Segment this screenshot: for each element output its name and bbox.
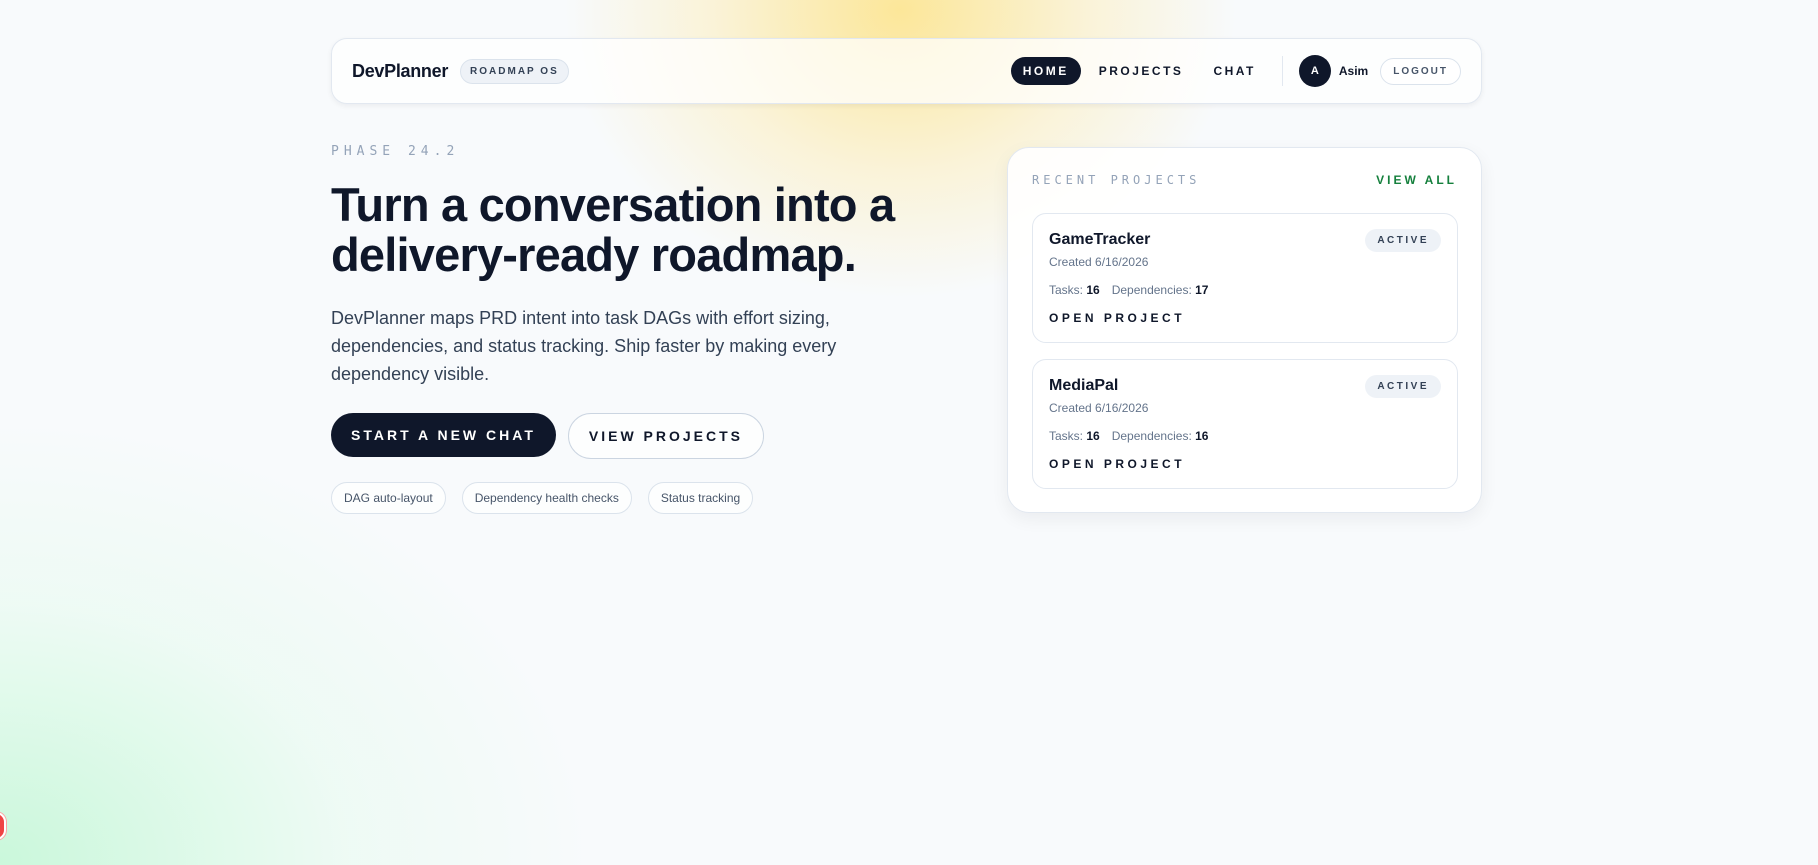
logout-button[interactable]: LOGOUT [1380, 57, 1461, 85]
dependencies-stat: Dependencies: 16 [1112, 429, 1209, 443]
panel-title: RECENT PROJECTS [1032, 173, 1201, 187]
hero-description: DevPlanner maps PRD intent into task DAG… [331, 308, 837, 384]
hero-title: Turn a conversation into a delivery-read… [331, 178, 895, 281]
recent-projects-panel: RECENT PROJECTS VIEW ALL GameTracker ACT… [1007, 147, 1482, 513]
feature-chip: Status tracking [647, 482, 754, 514]
panel-header: RECENT PROJECTS VIEW ALL [1032, 173, 1457, 187]
feature-chip: DAG auto-layout [331, 482, 446, 514]
nav-link-home[interactable]: HOME [1010, 57, 1081, 85]
tasks-count: 16 [1086, 429, 1100, 443]
top-navbar: DevPlanner ROADMAP OS HOME PROJECTS CHAT… [331, 38, 1482, 104]
project-name: MediaPal [1049, 377, 1119, 394]
project-card[interactable]: MediaPal ACTIVE Created 6/16/2026 Tasks:… [1032, 359, 1458, 489]
start-new-chat-button[interactable]: START A NEW CHAT [331, 413, 556, 457]
dependencies-label: Dependencies: [1111, 429, 1192, 443]
dependencies-label: Dependencies: [1111, 283, 1192, 297]
floating-widget-icon[interactable] [0, 812, 6, 840]
brand-badge: ROADMAP OS [460, 58, 569, 84]
tasks-label: Tasks: [1049, 429, 1084, 443]
tasks-stat: Tasks: 16 [1049, 283, 1100, 297]
dependencies-count: 16 [1195, 429, 1209, 443]
dependencies-stat: Dependencies: 17 [1112, 283, 1209, 297]
project-card[interactable]: GameTracker ACTIVE Created 6/16/2026 Tas… [1032, 213, 1458, 343]
nav-link-projects[interactable]: PROJECTS [1087, 57, 1196, 85]
feature-chip: Dependency health checks [461, 482, 632, 514]
feature-chips: DAG auto-layout Dependency health checks… [331, 482, 754, 514]
nav-link-chat[interactable]: CHAT [1201, 57, 1267, 85]
project-name: GameTracker [1049, 231, 1151, 248]
project-created-date: Created 6/16/2026 [1049, 255, 1149, 269]
view-projects-button[interactable]: VIEW PROJECTS [567, 413, 765, 459]
tasks-stat: Tasks: 16 [1049, 429, 1100, 443]
phase-eyebrow: PHASE 24.2 [331, 144, 460, 159]
dependencies-count: 17 [1195, 283, 1209, 297]
tasks-count: 16 [1086, 283, 1100, 297]
avatar[interactable]: A [1298, 55, 1331, 87]
cta-row: START A NEW CHAT VIEW PROJECTS [331, 413, 765, 459]
view-all-link[interactable]: VIEW ALL [1376, 173, 1457, 187]
nav-links: HOME PROJECTS CHAT [1010, 57, 1268, 85]
brand-logo[interactable]: DevPlanner [352, 61, 448, 82]
project-created-date: Created 6/16/2026 [1049, 401, 1149, 415]
project-stats: Tasks: 16 Dependencies: 16 [1049, 429, 1208, 443]
status-badge: ACTIVE [1365, 375, 1441, 398]
user-name: Asim [1338, 64, 1369, 78]
nav-divider [1281, 56, 1283, 86]
open-project-link[interactable]: OPEN PROJECT [1049, 457, 1185, 471]
project-stats: Tasks: 16 Dependencies: 17 [1049, 283, 1208, 297]
tasks-label: Tasks: [1049, 283, 1084, 297]
status-badge: ACTIVE [1365, 229, 1441, 252]
open-project-link[interactable]: OPEN PROJECT [1049, 311, 1185, 325]
